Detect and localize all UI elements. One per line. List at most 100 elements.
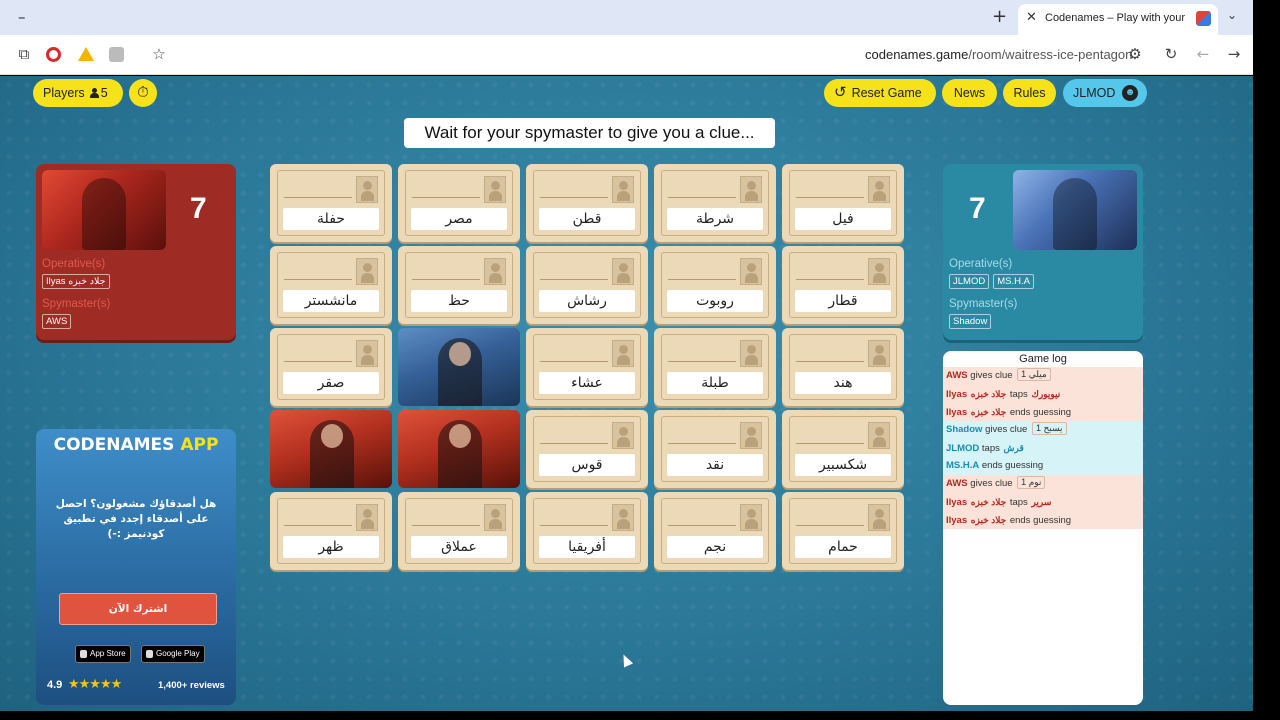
red-spymasters-label: Spymaster(s) bbox=[42, 298, 111, 310]
word-card[interactable]: أفريقيا bbox=[526, 492, 648, 570]
word-card[interactable]: عملاق bbox=[398, 492, 520, 570]
drive-icon[interactable] bbox=[78, 47, 94, 61]
word-card[interactable]: قطن bbox=[526, 164, 648, 242]
word-card[interactable]: نجم bbox=[654, 492, 776, 570]
card-line bbox=[412, 197, 480, 198]
word-card[interactable]: نقد bbox=[654, 410, 776, 488]
blue-remaining-count: 7 bbox=[969, 192, 986, 225]
red-agent-card[interactable] bbox=[398, 410, 520, 488]
card-line bbox=[540, 361, 608, 362]
portrait-icon bbox=[356, 176, 378, 203]
game-log: Game log AWS gives clue ميلي 1 Ilyas جلاد… bbox=[943, 351, 1143, 705]
word-card[interactable]: مانشستر bbox=[270, 246, 392, 324]
card-line bbox=[796, 279, 864, 280]
card-line bbox=[668, 279, 736, 280]
reset-label: Reset Game bbox=[851, 86, 922, 100]
google-play-badge[interactable]: Google Play bbox=[141, 645, 205, 663]
star-icon[interactable]: ☆ bbox=[150, 45, 168, 63]
portrait-icon bbox=[356, 504, 378, 531]
opera-icon[interactable] bbox=[46, 47, 61, 62]
log-entry: AWS gives clue ميلي 1 bbox=[943, 367, 1143, 385]
blue-spymasters-label: Spymaster(s) bbox=[949, 298, 1018, 310]
red-operatives-list: Ilyas جلاد خبزه bbox=[42, 274, 110, 289]
agent-figure bbox=[310, 420, 354, 488]
red-spymaster-portrait bbox=[42, 170, 166, 250]
forward-icon[interactable]: → bbox=[1225, 45, 1243, 63]
site-settings-icon[interactable]: ⚙ bbox=[1126, 45, 1144, 63]
word-card[interactable]: فيل bbox=[782, 164, 904, 242]
app-ad[interactable]: CODENAMES APP هل أصدقاؤك مشغولون؟ احصل ع… bbox=[36, 429, 236, 705]
reload-icon[interactable]: ↻ bbox=[1162, 45, 1180, 63]
red-agent-card[interactable] bbox=[270, 410, 392, 488]
card-word: قطار bbox=[795, 290, 891, 312]
word-card[interactable]: ظهر bbox=[270, 492, 392, 570]
word-card[interactable]: حمام bbox=[782, 492, 904, 570]
word-card[interactable]: حفلة bbox=[270, 164, 392, 242]
word-card[interactable]: هند bbox=[782, 328, 904, 406]
word-card[interactable]: طبلة bbox=[654, 328, 776, 406]
address-bar[interactable]: codenames.game/room/waitress-ice-pentago… bbox=[865, 47, 1132, 62]
portrait-icon bbox=[740, 258, 762, 285]
subscribe-button[interactable]: اشترك الآن bbox=[59, 593, 217, 625]
word-card[interactable]: حظ bbox=[398, 246, 520, 324]
browser-tab[interactable]: ✕ Codenames – Play with your Fr bbox=[1018, 4, 1218, 35]
player-chip: JLMOD bbox=[949, 274, 990, 289]
close-icon[interactable]: ✕ bbox=[1026, 10, 1037, 25]
word-card[interactable]: شكسبير bbox=[782, 410, 904, 488]
card-line bbox=[668, 361, 736, 362]
puzzle-icon[interactable]: ⧉ bbox=[15, 45, 33, 63]
portrait-icon bbox=[740, 504, 762, 531]
extension-icon[interactable] bbox=[109, 47, 124, 62]
rules-button[interactable]: Rules bbox=[1003, 79, 1056, 107]
back-icon[interactable]: ← bbox=[1194, 45, 1212, 63]
card-word: رشاش bbox=[539, 290, 635, 312]
user-button[interactable]: JLMOD ☻ bbox=[1063, 79, 1147, 107]
player-chip: MS.H.A bbox=[993, 274, 1034, 289]
card-word: شرطة bbox=[667, 208, 763, 230]
card-word: مانشستر bbox=[283, 290, 379, 312]
card-word: حمام bbox=[795, 536, 891, 558]
news-button[interactable]: News bbox=[942, 79, 997, 107]
word-card[interactable]: شرطة bbox=[654, 164, 776, 242]
card-line bbox=[796, 361, 864, 362]
chevron-down-icon[interactable]: ⌄ bbox=[1227, 8, 1237, 22]
card-word: قوس bbox=[539, 454, 635, 476]
card-line bbox=[284, 361, 352, 362]
card-line bbox=[796, 443, 864, 444]
portrait-icon bbox=[740, 340, 762, 367]
ad-title: CODENAMES APP bbox=[53, 435, 219, 455]
red-team-panel: 7 Operative(s) Ilyas جلاد خبزه Spymaster… bbox=[36, 164, 236, 340]
log-entry: MS.H.A ends guessing bbox=[943, 457, 1143, 475]
card-word: عشاء bbox=[539, 372, 635, 394]
new-tab-icon[interactable]: + bbox=[992, 6, 1007, 27]
app-store-badge[interactable]: App Store bbox=[75, 645, 131, 663]
log-entry: Shadow gives clue يسبح 1 bbox=[943, 421, 1143, 439]
portrait-icon bbox=[612, 504, 634, 531]
word-card[interactable]: قوس bbox=[526, 410, 648, 488]
ad-reviews: 1,400+ reviews bbox=[158, 680, 225, 691]
card-word: حفلة bbox=[283, 208, 379, 230]
card-word: فيل bbox=[795, 208, 891, 230]
card-word: مصر bbox=[411, 208, 507, 230]
card-word: صقر bbox=[283, 372, 379, 394]
word-card[interactable]: روبوت bbox=[654, 246, 776, 324]
card-line bbox=[796, 525, 864, 526]
blue-agent-card[interactable] bbox=[398, 328, 520, 406]
players-button[interactable]: Players 5 bbox=[33, 79, 123, 107]
card-word: شكسبير bbox=[795, 454, 891, 476]
timer-button[interactable]: ⏱ bbox=[129, 79, 157, 107]
word-card[interactable]: عشاء bbox=[526, 328, 648, 406]
word-card[interactable]: مصر bbox=[398, 164, 520, 242]
card-line bbox=[284, 279, 352, 280]
portrait-icon bbox=[484, 504, 506, 531]
minimize-icon[interactable]: – bbox=[18, 8, 26, 26]
card-line bbox=[668, 443, 736, 444]
blue-operatives-label: Operative(s) bbox=[949, 258, 1013, 270]
favicon-icon bbox=[1196, 11, 1211, 26]
word-card[interactable]: رشاش bbox=[526, 246, 648, 324]
tab-title: Codenames – Play with your Fr bbox=[1045, 12, 1188, 24]
reset-game-button[interactable]: ↺ Reset Game bbox=[824, 79, 936, 107]
red-spymasters-list: AWS bbox=[42, 314, 72, 329]
word-card[interactable]: صقر bbox=[270, 328, 392, 406]
word-card[interactable]: قطار bbox=[782, 246, 904, 324]
